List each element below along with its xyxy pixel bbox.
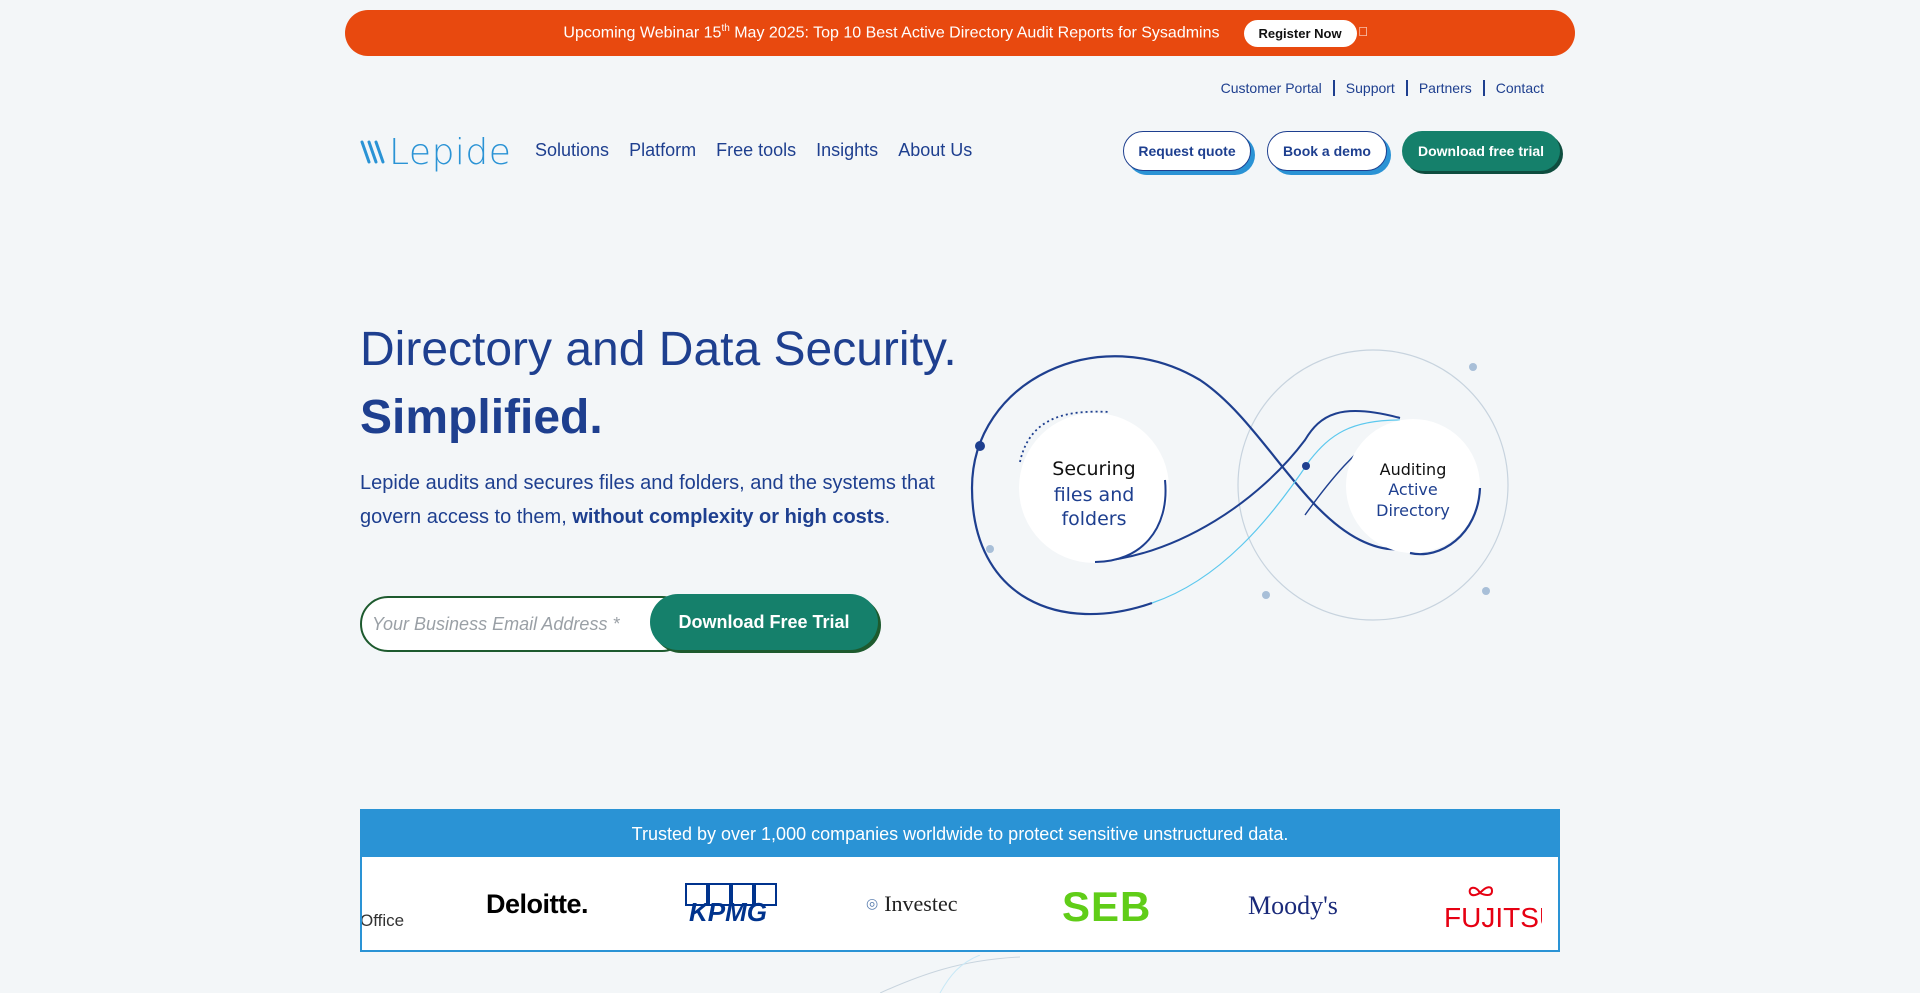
logo-text: Lepide bbox=[389, 131, 512, 173]
support-link[interactable]: Support bbox=[1335, 80, 1406, 96]
infinity-diagram: Securing files and folders Auditing Acti… bbox=[970, 349, 1509, 621]
trusted-banner: Trusted by over 1,000 companies worldwid… bbox=[362, 811, 1558, 857]
lepide-logo[interactable]: Lepide bbox=[360, 131, 511, 173]
trusted-by-section: Trusted by over 1,000 companies worldwid… bbox=[360, 809, 1560, 952]
investec-zebra-icon: ◎ bbox=[866, 896, 879, 912]
main-nav: Solutions Platform Free tools Insights A… bbox=[535, 140, 992, 161]
files-and-label: files and bbox=[1054, 484, 1135, 506]
svg-text:KPMG: KPMG bbox=[689, 897, 767, 925]
hero-description: Lepide audits and secures files and fold… bbox=[360, 472, 935, 528]
office-logo: Office bbox=[360, 911, 405, 930]
securing-label: Securing bbox=[1052, 458, 1135, 480]
auditing-label: Auditing bbox=[1380, 460, 1447, 479]
hero-title: Directory and Data Security. bbox=[360, 323, 957, 376]
announcement-bar: Upcoming Webinar 15th May 2025: Top 10 B… bbox=[345, 10, 1575, 56]
register-now-button[interactable]: Register Now bbox=[1243, 19, 1357, 47]
active-label: Active bbox=[1388, 480, 1438, 499]
lepide-logo-icon bbox=[360, 140, 385, 164]
nav-free-tools[interactable]: Free tools bbox=[716, 140, 796, 161]
business-email-input[interactable] bbox=[360, 596, 690, 652]
close-icon[interactable]:  bbox=[1355, 24, 1371, 40]
fujitsu-logo: FUJITSU bbox=[1442, 883, 1542, 931]
decorative-lines bbox=[880, 955, 1021, 993]
directory-label: Directory bbox=[1376, 501, 1450, 520]
nav-solutions[interactable]: Solutions bbox=[535, 140, 609, 161]
moodys-logo: Moody's bbox=[1248, 891, 1338, 920]
contact-link[interactable]: Contact bbox=[1485, 80, 1555, 96]
download-free-trial-submit[interactable]: Download Free Trial bbox=[650, 594, 878, 650]
nav-about-us[interactable]: About Us bbox=[898, 140, 972, 161]
kpmg-boxes-icon: KPMG bbox=[685, 883, 777, 925]
fujitsu-infinity-icon: FUJITSU bbox=[1444, 886, 1542, 931]
book-demo-button[interactable]: Book a demo bbox=[1267, 131, 1387, 171]
trial-signup-form: Download Free Trial bbox=[360, 594, 880, 652]
seb-logo: SEB bbox=[1062, 883, 1152, 930]
kpmg-logo: KPMG bbox=[680, 883, 780, 925]
folders-label: folders bbox=[1061, 508, 1126, 530]
investec-logo: ◎ Investec bbox=[866, 891, 958, 916]
client-logos: Office Deloitte. KPMG ◎ Investec SEB Mood… bbox=[360, 857, 1558, 950]
deloitte-logo: Deloitte. bbox=[486, 889, 589, 919]
nav-platform[interactable]: Platform bbox=[629, 140, 696, 161]
customer-portal-link[interactable]: Customer Portal bbox=[1210, 80, 1333, 96]
partners-link[interactable]: Partners bbox=[1408, 80, 1483, 96]
request-quote-button[interactable]: Request quote bbox=[1123, 131, 1251, 171]
announcement-text[interactable]: Upcoming Webinar 15th May 2025: Top 10 B… bbox=[563, 23, 1219, 42]
svg-text:FUJITSU: FUJITSU bbox=[1444, 902, 1542, 931]
hero-title-emphasis: Simplified. bbox=[360, 391, 603, 444]
nav-insights[interactable]: Insights bbox=[816, 140, 878, 161]
download-free-trial-button[interactable]: Download free trial bbox=[1402, 131, 1560, 171]
utility-nav: Customer Portal Support Partners Contact bbox=[1210, 80, 1555, 96]
